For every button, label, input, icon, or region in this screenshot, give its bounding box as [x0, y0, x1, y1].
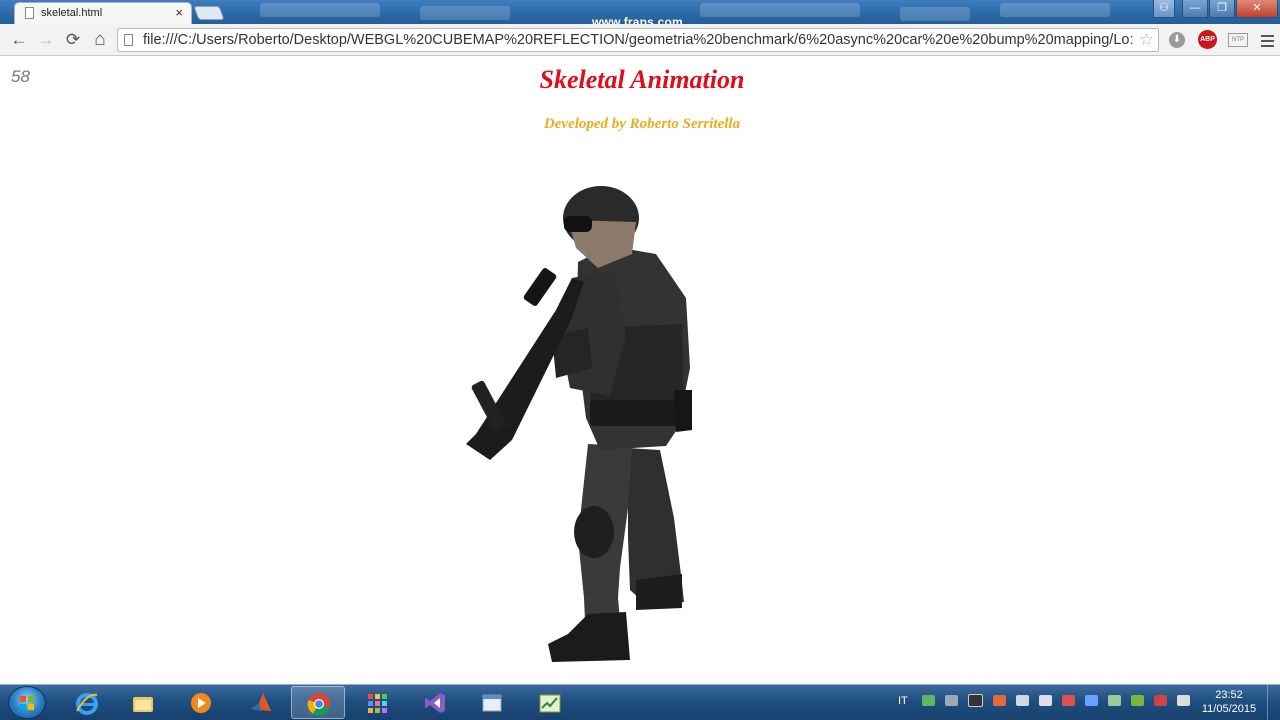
minimize-button[interactable]: — — [1182, 0, 1208, 18]
user-profile-button[interactable]: ⚇ — [1153, 0, 1175, 18]
clock-date: 11/05/2015 — [1201, 703, 1257, 715]
network-icon[interactable] — [1107, 695, 1121, 706]
windows-logo-icon — [20, 696, 35, 710]
media-player-icon — [191, 693, 211, 713]
bookmark-star-icon[interactable]: ☆ — [1139, 30, 1154, 50]
taskbar-media-player[interactable] — [174, 686, 228, 719]
apps-grid-icon — [368, 694, 387, 713]
close-window-button[interactable]: ✕ — [1236, 0, 1278, 18]
download-extension-icon[interactable]: ⬇ — [1169, 32, 1185, 48]
document-icon — [124, 34, 133, 46]
chrome-menu-icon[interactable] — [1261, 35, 1274, 50]
signal-icon[interactable] — [1176, 695, 1190, 706]
file-explorer-icon — [133, 697, 153, 712]
taskbar-task-manager[interactable] — [523, 686, 577, 719]
display-icon[interactable] — [967, 694, 983, 707]
browser-tab-strip: skeletal.html × www.fraps.com ⚇ — ❐ ✕ — [0, 0, 1280, 24]
address-bar[interactable]: file:///C:/Users/Roberto/Desktop/WEBGL%2… — [117, 28, 1159, 52]
update-icon[interactable] — [992, 695, 1006, 706]
taskbar-apps-grid[interactable] — [350, 686, 404, 719]
taskbar-internet-explorer[interactable] — [60, 686, 114, 719]
taskbar-file-explorer[interactable] — [116, 686, 170, 719]
soldier-model — [466, 186, 692, 662]
url-text[interactable]: file:///C:/Users/Roberto/Desktop/WEBGL%2… — [143, 32, 1134, 48]
page-icon — [25, 7, 34, 19]
back-button[interactable]: ← — [9, 30, 29, 50]
security-shield-icon[interactable] — [921, 695, 935, 706]
bluetooth-icon[interactable] — [1084, 695, 1098, 706]
internet-explorer-icon — [76, 693, 98, 715]
chrome-icon — [307, 693, 330, 716]
front-leg — [548, 444, 632, 662]
page-title: Skeletal Animation — [539, 65, 745, 94]
rear-leg — [628, 448, 684, 610]
taskbar-chrome[interactable] — [291, 686, 345, 719]
taskbar-window-app[interactable] — [465, 686, 519, 719]
task-manager-icon — [539, 694, 561, 713]
visual-studio-icon — [425, 693, 445, 713]
tab-title: skeletal.html — [41, 7, 103, 19]
action-center-icon[interactable] — [944, 695, 958, 706]
forward-button[interactable]: → — [36, 30, 56, 50]
window-controls: ⚇ — ❐ ✕ — [1152, 0, 1278, 18]
webgl-canvas[interactable]: 58 Skeletal Animation Developed by Rober… — [0, 56, 1280, 684]
nvidia-icon[interactable] — [1130, 695, 1144, 706]
maximize-button[interactable]: ❐ — [1209, 0, 1235, 18]
fraps-watermark: www.fraps.com — [592, 15, 683, 24]
reload-button[interactable]: ⟳ — [63, 30, 83, 50]
clock-time: 23:52 — [1215, 689, 1243, 701]
speaker-mute-icon[interactable] — [1061, 695, 1075, 706]
ntp-extension-icon[interactable]: NTP — [1228, 33, 1248, 47]
new-tab-button[interactable] — [193, 6, 225, 20]
browser-tab[interactable]: skeletal.html × — [14, 2, 192, 24]
start-button[interactable] — [8, 686, 46, 719]
home-button[interactable]: ⌂ — [90, 30, 110, 50]
matlab-icon — [251, 693, 271, 711]
taskbar-clock[interactable]: 23:52 11/05/2015 — [1196, 688, 1262, 716]
windows-taskbar: IT 23:52 11/05/2015 — [0, 684, 1280, 720]
window-app-icon — [482, 694, 502, 712]
head — [563, 186, 639, 268]
browser-toolbar: ← → ⟳ ⌂ file:///C:/Users/Roberto/Desktop… — [0, 24, 1280, 56]
language-indicator[interactable]: IT — [898, 695, 908, 707]
adblock-extension-icon[interactable]: ABP — [1198, 30, 1217, 49]
taskbar-matlab[interactable] — [234, 686, 288, 719]
tab-close-icon[interactable]: × — [175, 5, 183, 20]
system-tray: IT — [898, 694, 1200, 707]
volume-icon[interactable] — [1015, 695, 1029, 706]
power-icon[interactable] — [1153, 695, 1167, 706]
show-desktop-button[interactable] — [1267, 685, 1280, 720]
taskbar-visual-studio[interactable] — [408, 686, 462, 719]
device-icon[interactable] — [1038, 695, 1052, 706]
